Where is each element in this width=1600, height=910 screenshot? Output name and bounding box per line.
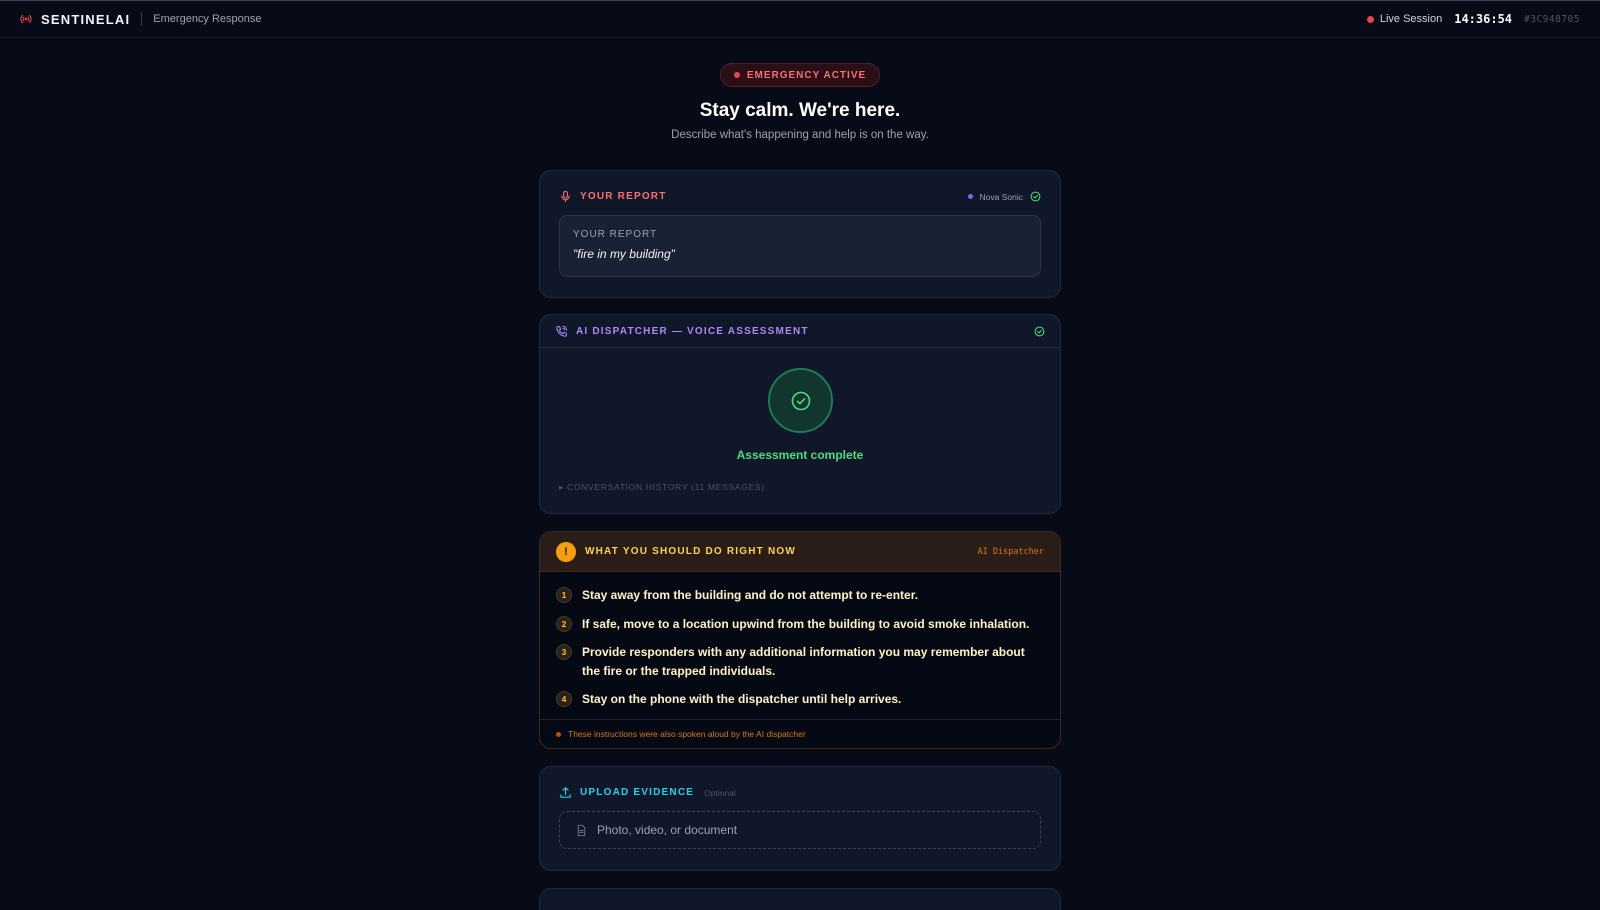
optional-label: Optional xyxy=(704,787,736,798)
instructions-source: AI Dispatcher xyxy=(977,546,1044,557)
transcript-label: YOUR REPORT xyxy=(573,229,658,240)
live-session-label: Live Session xyxy=(1379,13,1443,25)
brand-subtitle: Emergency Response xyxy=(153,13,262,25)
brand: SENTINELAI Emergency Response xyxy=(20,12,262,27)
check-circle-icon xyxy=(1034,326,1045,336)
exclamation-icon: ! xyxy=(556,541,576,562)
instructions-footer: These instructions were also spoken alou… xyxy=(540,719,1060,748)
next-card xyxy=(539,888,1061,910)
report-card-title: YOUR REPORT xyxy=(580,191,667,202)
instructions-card-header: ! WHAT YOU SHOULD DO RIGHT NOW AI Dispat… xyxy=(540,532,1060,572)
session-clock: 14:36:54 xyxy=(1454,12,1513,26)
step-number: 2 xyxy=(556,615,572,632)
broadcast-icon xyxy=(20,14,32,24)
upload-evidence-card: UPLOAD EVIDENCE Optional Photo, video, o… xyxy=(539,766,1061,871)
file-dropzone[interactable]: Photo, video, or document xyxy=(559,811,1041,849)
phone-icon xyxy=(556,325,568,337)
report-transcript: "fire in my building" xyxy=(573,247,675,261)
live-dot-icon xyxy=(1366,15,1374,23)
emergency-status-label: EMERGENCY ACTIVE xyxy=(746,69,867,81)
emergency-status-badge: EMERGENCY ACTIVE xyxy=(719,63,881,87)
instruction-item: 1 Stay away from the building and do not… xyxy=(556,586,1044,605)
assessment-complete-indicator xyxy=(768,368,833,433)
page-title: Stay calm. We're here. xyxy=(699,100,901,121)
instruction-item: 4 Stay on the phone with the dispatcher … xyxy=(556,690,1044,709)
instruction-list: 1 Stay away from the building and do not… xyxy=(540,572,1060,709)
report-card: YOUR REPORT Nova Sonic YOUR REPORT "fire… xyxy=(539,170,1061,298)
step-number: 3 xyxy=(556,644,572,660)
status-dot-icon xyxy=(733,72,740,78)
upload-card-header: UPLOAD EVIDENCE Optional xyxy=(559,786,1041,799)
report-transcript-box: YOUR REPORT "fire in my building" xyxy=(559,215,1041,277)
step-number: 4 xyxy=(556,691,572,707)
engine-dot-icon xyxy=(967,194,973,199)
assessment-status: Assessment complete xyxy=(736,448,864,462)
instruction-item: 2 If safe, move to a location upwind fro… xyxy=(556,615,1044,634)
instructions-card: ! WHAT YOU SHOULD DO RIGHT NOW AI Dispat… xyxy=(539,531,1061,749)
speaker-dot-icon xyxy=(556,731,561,737)
dispatcher-card-title: AI DISPATCHER — VOICE ASSESSMENT xyxy=(576,325,809,337)
check-circle-icon xyxy=(1030,191,1041,202)
dropzone-placeholder: Photo, video, or document xyxy=(597,823,738,837)
step-text: If safe, move to a location upwind from … xyxy=(582,616,1030,631)
step-text: Stay on the phone with the dispatcher un… xyxy=(582,692,902,706)
upload-icon xyxy=(560,787,571,798)
report-card-header: YOUR REPORT Nova Sonic xyxy=(559,190,1041,203)
session-id: #3C948705 xyxy=(1524,13,1580,25)
dispatcher-card: AI DISPATCHER — VOICE ASSESSMENT Assessm… xyxy=(539,314,1061,514)
step-number: 1 xyxy=(556,587,572,603)
page-subtitle: Describe what's happening and help is on… xyxy=(671,129,929,141)
conversation-history-toggle[interactable]: ▸ CONVERSATION HISTORY (11 MESSAGES) xyxy=(559,482,765,493)
step-text: Provide responders with any additional i… xyxy=(582,645,1025,678)
upload-card-title: UPLOAD EVIDENCE xyxy=(580,787,695,798)
top-bar: SENTINELAI Emergency Response Live Sessi… xyxy=(0,0,1600,38)
live-session-indicator: Live Session xyxy=(1366,13,1443,25)
voice-engine-label: Nova Sonic xyxy=(979,191,1023,202)
instruction-item: 3 Provide responders with any additional… xyxy=(556,643,1044,680)
check-circle-icon xyxy=(791,391,810,410)
voice-engine-status: Nova Sonic xyxy=(967,191,1041,202)
dispatcher-card-header: AI DISPATCHER — VOICE ASSESSMENT xyxy=(540,315,1060,348)
instructions-footer-note: These instructions were also spoken alou… xyxy=(568,729,806,739)
step-text: Stay away from the building and do not a… xyxy=(582,588,919,602)
brand-name: SENTINELAI xyxy=(41,11,131,27)
hero: EMERGENCY ACTIVE Stay calm. We're here. … xyxy=(0,63,1600,141)
microphone-icon xyxy=(561,190,570,203)
document-icon xyxy=(577,824,586,836)
brand-divider xyxy=(141,12,143,26)
session-info: Live Session 14:36:54 #3C948705 xyxy=(1366,12,1580,26)
instructions-card-title: WHAT YOU SHOULD DO RIGHT NOW xyxy=(585,546,796,557)
